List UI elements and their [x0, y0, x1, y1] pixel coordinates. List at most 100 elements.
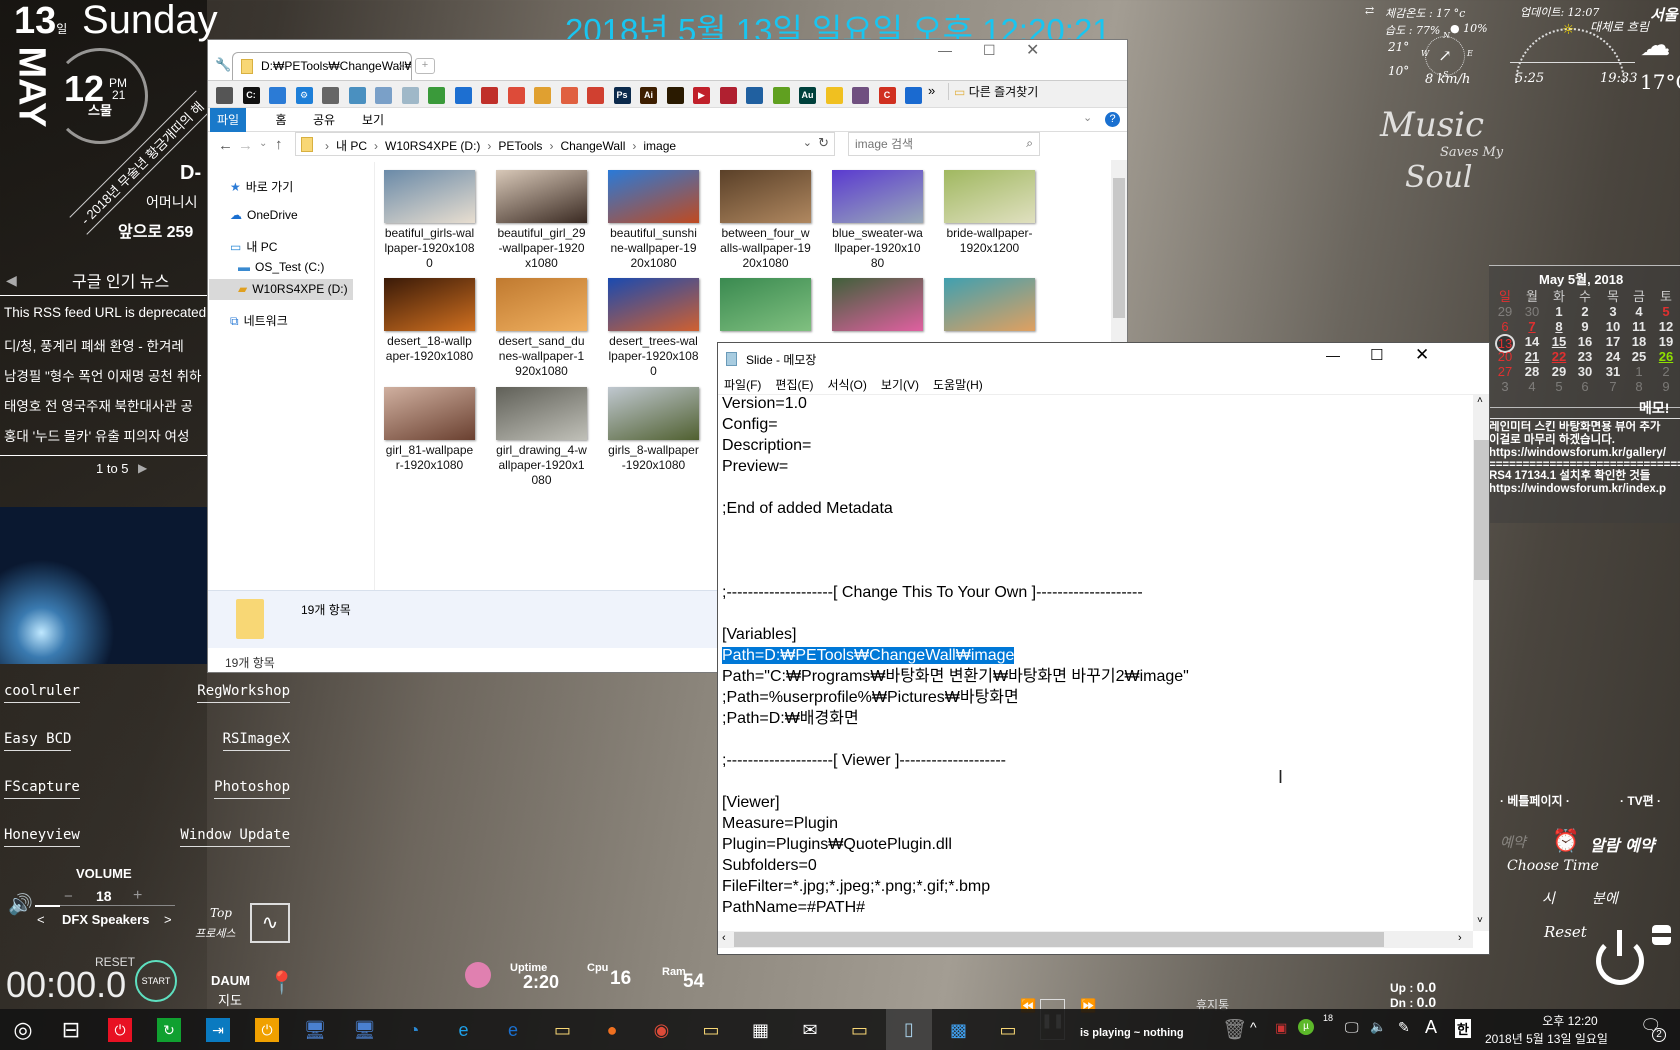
breadcrumb-separator[interactable]: ›: [549, 139, 553, 153]
news-prev-icon[interactable]: ◀: [6, 272, 17, 289]
network-icon[interactable]: 🖵: [1345, 1019, 1359, 1036]
help-icon[interactable]: ?: [1105, 112, 1120, 127]
calendar-day[interactable]: 14: [1519, 334, 1545, 349]
file-explorer-4-taskbar-button[interactable]: ▭: [993, 1015, 1023, 1045]
camera-icon[interactable]: [746, 87, 763, 104]
paint-taskbar-button[interactable]: ▩: [944, 1015, 974, 1045]
breadcrumb-separator[interactable]: ›: [325, 139, 329, 153]
calendar-day[interactable]: 12: [1653, 319, 1679, 334]
breadcrumb-item[interactable]: image: [643, 139, 676, 153]
internet-explorer-taskbar-button[interactable]: e: [449, 1015, 479, 1045]
file-item[interactable]: desert_trees-wallpaper-1920x1080: [608, 278, 699, 379]
app3-icon[interactable]: [719, 87, 737, 104]
nav-item[interactable]: ▬ OS_Test (C:): [238, 260, 324, 274]
notepad-icon[interactable]: [401, 87, 419, 104]
edge-taskbar-button[interactable]: e: [498, 1015, 528, 1045]
volume-minus-button[interactable]: −: [64, 888, 73, 905]
task-view-button[interactable]: ⊟: [56, 1015, 86, 1045]
calendar-day[interactable]: 7: [1519, 319, 1545, 334]
file-explorer-taskbar-button[interactable]: ▭: [548, 1015, 578, 1045]
illustrator-icon[interactable]: Ai: [640, 87, 657, 104]
firefox-taskbar-button[interactable]: ●: [597, 1015, 627, 1045]
map-label-2[interactable]: 지도: [218, 990, 242, 1009]
calendar-day[interactable]: 3: [1600, 304, 1626, 319]
calendar-day[interactable]: 5: [1653, 304, 1679, 319]
breadcrumb-item[interactable]: PETools: [498, 139, 542, 153]
file-item[interactable]: beautiful_sunshine-wallpaper-1920x1080: [608, 170, 699, 271]
file-explorer-2-taskbar-button[interactable]: ▭: [696, 1015, 726, 1045]
calendar-day[interactable]: 1: [1626, 364, 1652, 379]
tab-close-icon[interactable]: ×: [398, 59, 405, 73]
text-editor[interactable]: Version=1.0 Config= Description= Preview= ;E…: [722, 393, 1472, 918]
nav-item[interactable]: ☁ OneDrive: [230, 208, 298, 222]
toggle-switch[interactable]: [1652, 925, 1671, 945]
computer-manager-taskbar-button[interactable]: 🖥: [300, 1015, 330, 1045]
tray-overflow-icon[interactable]: ^: [1250, 1019, 1257, 1035]
shutdown-button[interactable]: ⏻: [108, 1018, 132, 1042]
volume-plus-button[interactable]: +: [133, 887, 142, 905]
vertical-scrollbar[interactable]: ˄ ˅: [1473, 395, 1489, 931]
calendar-day[interactable]: 9: [1572, 319, 1598, 334]
news-item[interactable]: 태영호 전 영국주재 북한대사관 공: [4, 395, 207, 415]
minimize-button[interactable]: —: [1326, 347, 1340, 363]
calendar-day[interactable]: 16: [1572, 334, 1598, 349]
calendar-day[interactable]: 2: [1653, 364, 1679, 379]
computer-manager-2-taskbar-button[interactable]: 🖥: [350, 1015, 380, 1045]
breadcrumb-separator[interactable]: ›: [374, 139, 378, 153]
file-item[interactable]: blue_sweater-wallpaper-1920x1080: [832, 170, 923, 271]
up-button[interactable]: ↑: [275, 136, 283, 153]
mail-taskbar-button[interactable]: ✉: [795, 1015, 825, 1045]
ribbon-expand-icon[interactable]: ⌄: [1083, 111, 1092, 124]
sleep-button[interactable]: ⏻: [255, 1018, 279, 1042]
calendar-day[interactable]: 6: [1572, 379, 1598, 394]
news-item[interactable]: This RSS feed URL is deprecated: [4, 305, 207, 320]
calendar-day[interactable]: 23: [1572, 349, 1598, 364]
menu-item[interactable]: 편집(E): [775, 378, 813, 392]
choose-time[interactable]: Choose Time: [1507, 858, 1599, 874]
file-item[interactable]: [832, 278, 923, 331]
scroll-down-icon[interactable]: ˅: [1477, 915, 1483, 926]
start-button[interactable]: ◎: [8, 1015, 38, 1045]
calendar-day[interactable]: 30: [1519, 304, 1545, 319]
link-battle-page[interactable]: · 베틀페이지 ·: [1500, 792, 1570, 809]
ccleaner-icon[interactable]: C: [878, 87, 896, 104]
stopwatch-start-button[interactable]: START: [135, 960, 177, 1002]
tray-app-icon[interactable]: ▣: [1275, 1020, 1287, 1036]
speaker-icon[interactable]: 🔊: [8, 892, 33, 917]
calculator-icon[interactable]: [216, 87, 233, 104]
launcher-link[interactable]: Window Update: [180, 827, 290, 847]
menu-item[interactable]: 보기(V): [881, 378, 919, 392]
calendar-day[interactable]: 19: [1653, 334, 1679, 349]
tray-clock-date[interactable]: 2018년 5월 13일 일요일: [1485, 1030, 1608, 1047]
moon-icon[interactable]: [905, 87, 922, 104]
calendar-day[interactable]: 28: [1519, 364, 1545, 379]
settings-icon[interactable]: ⚙: [295, 87, 313, 104]
address-dropdown[interactable]: ⌄: [803, 136, 812, 149]
news-item[interactable]: 홍대 '누드 몰카' 유출 피의자 여성: [4, 425, 207, 445]
calendar-day[interactable]: 31: [1600, 364, 1626, 379]
file-item[interactable]: girl_drawing_4-wallpaper-1920x1080: [496, 387, 587, 488]
news-next-icon[interactable]: ▶: [138, 461, 147, 475]
ribbon-tab[interactable]: 보기: [353, 108, 393, 132]
calendar-day[interactable]: 25: [1626, 349, 1652, 364]
address-bar[interactable]: › 내 PC › W10RS4XPE (D:) › PETools › ChangeWall ›…: [295, 132, 835, 156]
tray-clock-time[interactable]: 오후 12:20: [1525, 1012, 1615, 1029]
file-item[interactable]: beatiful_girls-wallpaper-1920x1080: [384, 170, 475, 271]
calendar-day[interactable]: 18: [1626, 334, 1652, 349]
grid-blue-icon[interactable]: [454, 87, 472, 104]
scrollbar-thumb[interactable]: [1474, 440, 1489, 580]
device-next-button[interactable]: >: [164, 912, 172, 927]
minimize-button[interactable]: —: [938, 42, 952, 58]
restart-button[interactable]: ↻: [157, 1018, 181, 1042]
arrow-icon[interactable]: ▶: [693, 87, 710, 104]
store-taskbar-button[interactable]: ▦: [746, 1015, 776, 1045]
nav-item[interactable]: ★ 바로 가기: [230, 178, 293, 195]
device-prev-button[interactable]: <: [37, 912, 45, 927]
launcher-link[interactable]: Photoshop: [214, 779, 290, 799]
remote-icon[interactable]: [269, 87, 286, 104]
map-label[interactable]: DAUM: [211, 973, 250, 988]
scroll-right-icon[interactable]: ›: [1458, 932, 1462, 944]
new-tab-button[interactable]: +: [415, 58, 435, 74]
disc-icon[interactable]: [852, 87, 869, 104]
launcher-link[interactable]: RSImageX: [222, 731, 290, 751]
